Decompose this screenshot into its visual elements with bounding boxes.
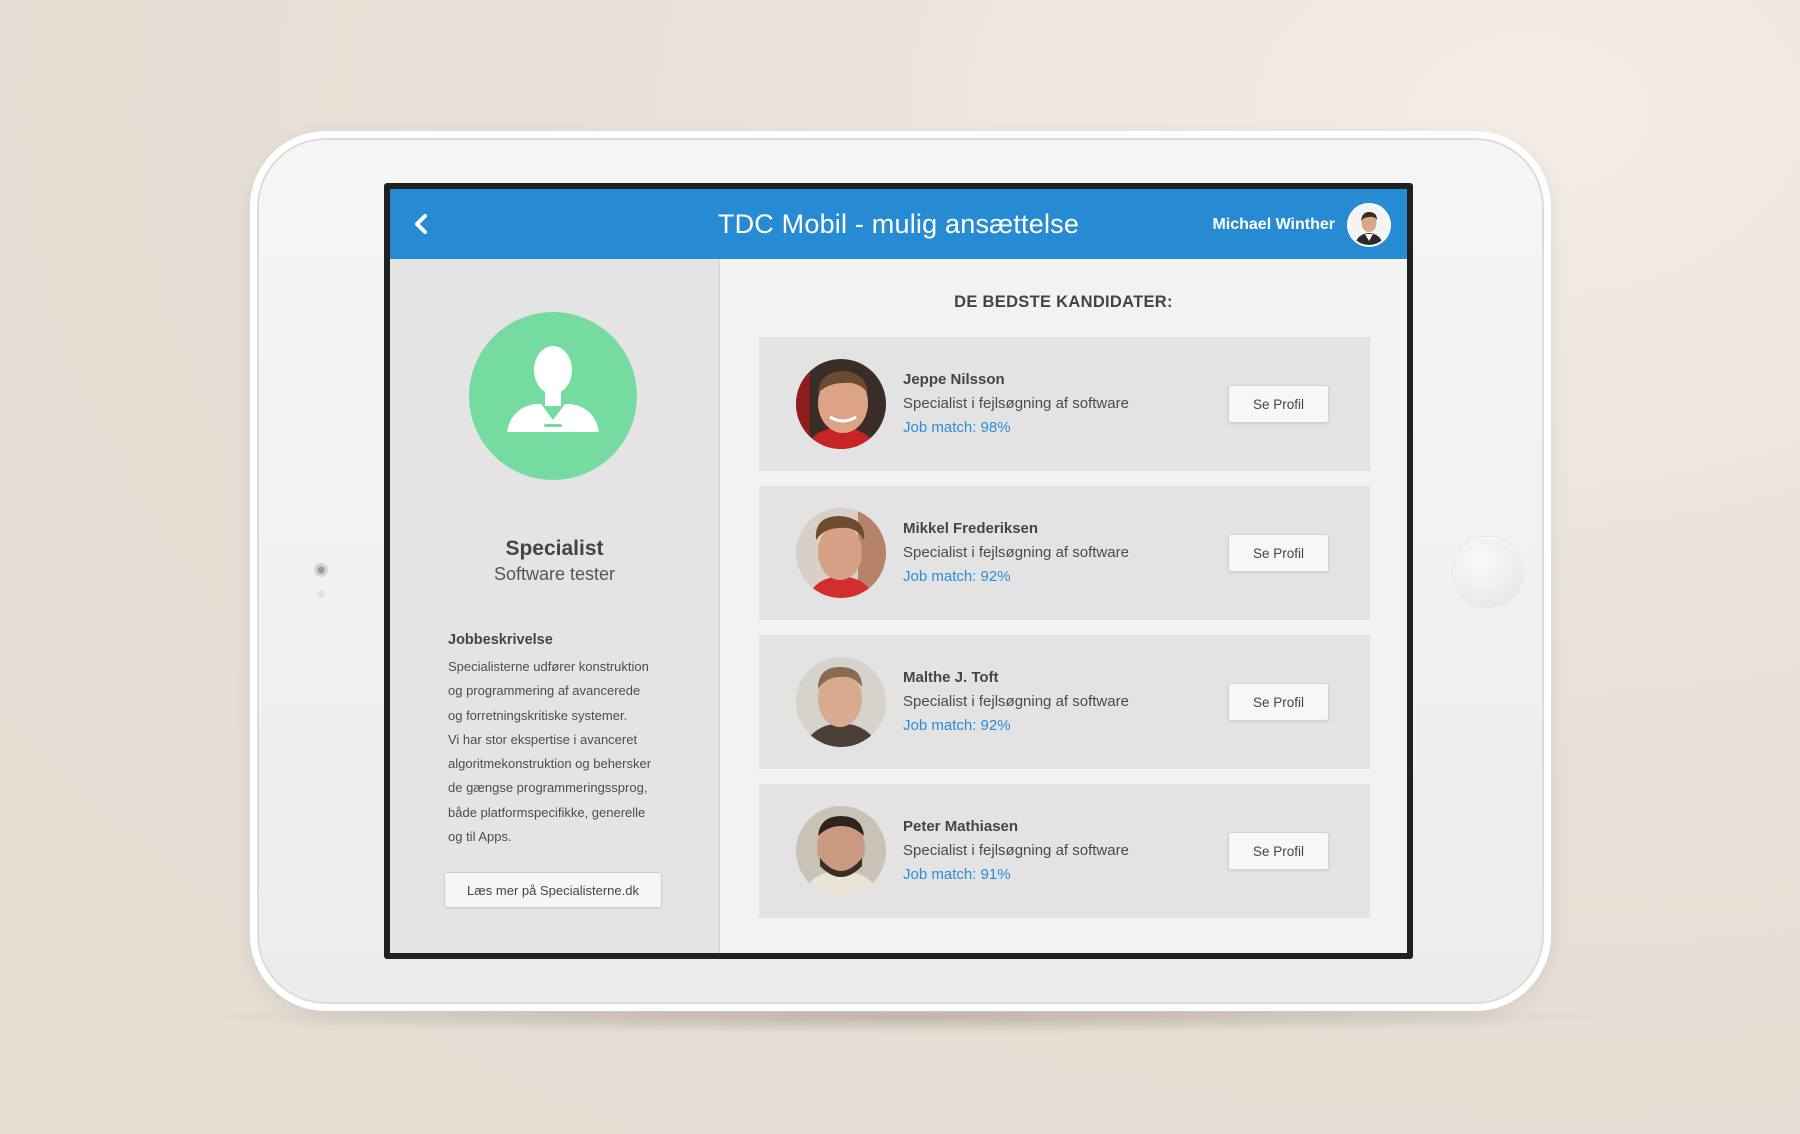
- person-silhouette-icon: [507, 346, 599, 432]
- candidate-card: Peter Mathiasen Specialist i fejlsøgning…: [759, 784, 1370, 918]
- candidate-photo: [796, 806, 886, 896]
- candidate-photo: [796, 657, 886, 747]
- user-avatar-photo: [1349, 205, 1389, 245]
- candidate-role: Specialist i fejlsøgning af software: [903, 395, 1129, 412]
- see-profile-button[interactable]: Se Profil: [1228, 683, 1329, 721]
- user-menu[interactable]: Michael Winther: [1212, 204, 1389, 246]
- candidate-role: Specialist i fejlsøgning af software: [903, 544, 1129, 561]
- candidate-match: Job match: 91%: [903, 866, 1011, 883]
- candidates-panel: DE BEDSTE KANDIDATER: Jeppe Nilsson Spec…: [720, 259, 1407, 953]
- candidate-photo: [796, 359, 886, 449]
- description-line: Specialisterne udfører konstruktion: [448, 659, 649, 674]
- description-line: Vi har stor ekspertise i avanceret: [448, 731, 638, 747]
- user-name: Michael Winther: [1212, 216, 1335, 233]
- candidate-match: Job match: 92%: [903, 568, 1011, 585]
- back-button[interactable]: [404, 205, 440, 243]
- description-line: og forretningskritiske systemer.: [448, 707, 628, 723]
- home-button[interactable]: [1453, 537, 1523, 607]
- job-description: Specialisterne udfører konstruktion og p…: [448, 655, 688, 849]
- light-sensor: [317, 590, 325, 598]
- user-avatar[interactable]: [1349, 205, 1389, 245]
- candidate-photo: [796, 508, 886, 598]
- job-sidebar: Specialist Software tester Jobbeskrivels…: [390, 259, 720, 953]
- role-avatar: [469, 312, 637, 480]
- description-line: algoritmekonstruktion og behersker: [448, 756, 652, 772]
- candidate-portrait: [796, 508, 886, 598]
- role-title: Specialist: [505, 537, 604, 560]
- read-more-button[interactable]: Læs mer på Specialisterne.dk: [444, 872, 662, 908]
- candidate-portrait: [796, 806, 886, 896]
- candidate-card: Mikkel Frederiksen Specialist i fejlsøgn…: [759, 486, 1370, 620]
- description-line: de gængse programmeringssprog,: [448, 780, 648, 796]
- see-profile-button[interactable]: Se Profil: [1228, 385, 1329, 423]
- candidate-card: Jeppe Nilsson Specialist i fejlsøgning a…: [759, 337, 1370, 471]
- see-profile-button[interactable]: Se Profil: [1228, 832, 1329, 870]
- see-profile-button[interactable]: Se Profil: [1228, 534, 1329, 572]
- candidate-role: Specialist i fejlsøgning af software: [903, 693, 1129, 710]
- candidate-list: Jeppe Nilsson Specialist i fejlsøgning a…: [759, 337, 1370, 933]
- candidate-match: Job match: 92%: [903, 717, 1011, 734]
- candidate-name: Jeppe Nilsson: [903, 371, 1005, 388]
- description-line: og programmering af avancerede: [448, 683, 641, 699]
- candidate-card: Malthe J. Toft Specialist i fejlsøgning …: [759, 635, 1370, 769]
- description-heading: Jobbeskrivelse: [448, 632, 553, 648]
- candidate-name: Peter Mathiasen: [903, 818, 1019, 835]
- candidate-match: Job match: 98%: [903, 419, 1011, 436]
- app-screen: TDC Mobil - mulig ansættelse Michael Win…: [390, 189, 1407, 953]
- candidate-role: Specialist i fejlsøgning af software: [903, 842, 1129, 859]
- candidate-portrait: [796, 657, 886, 747]
- candidate-portrait: [796, 359, 886, 449]
- candidate-name: Malthe J. Toft: [903, 669, 999, 686]
- role-subtitle: Software tester: [493, 564, 616, 584]
- description-line: og til Apps.: [448, 829, 512, 845]
- description-line: både platformspecifikke, generelle: [448, 804, 646, 820]
- front-camera: [314, 563, 328, 577]
- top-bar: TDC Mobil - mulig ansættelse Michael Win…: [390, 189, 1407, 259]
- chevron-left-icon: [415, 214, 427, 234]
- candidate-name: Mikkel Frederiksen: [903, 520, 1039, 537]
- candidates-heading: DE BEDSTE KANDIDATER:: [954, 293, 1173, 311]
